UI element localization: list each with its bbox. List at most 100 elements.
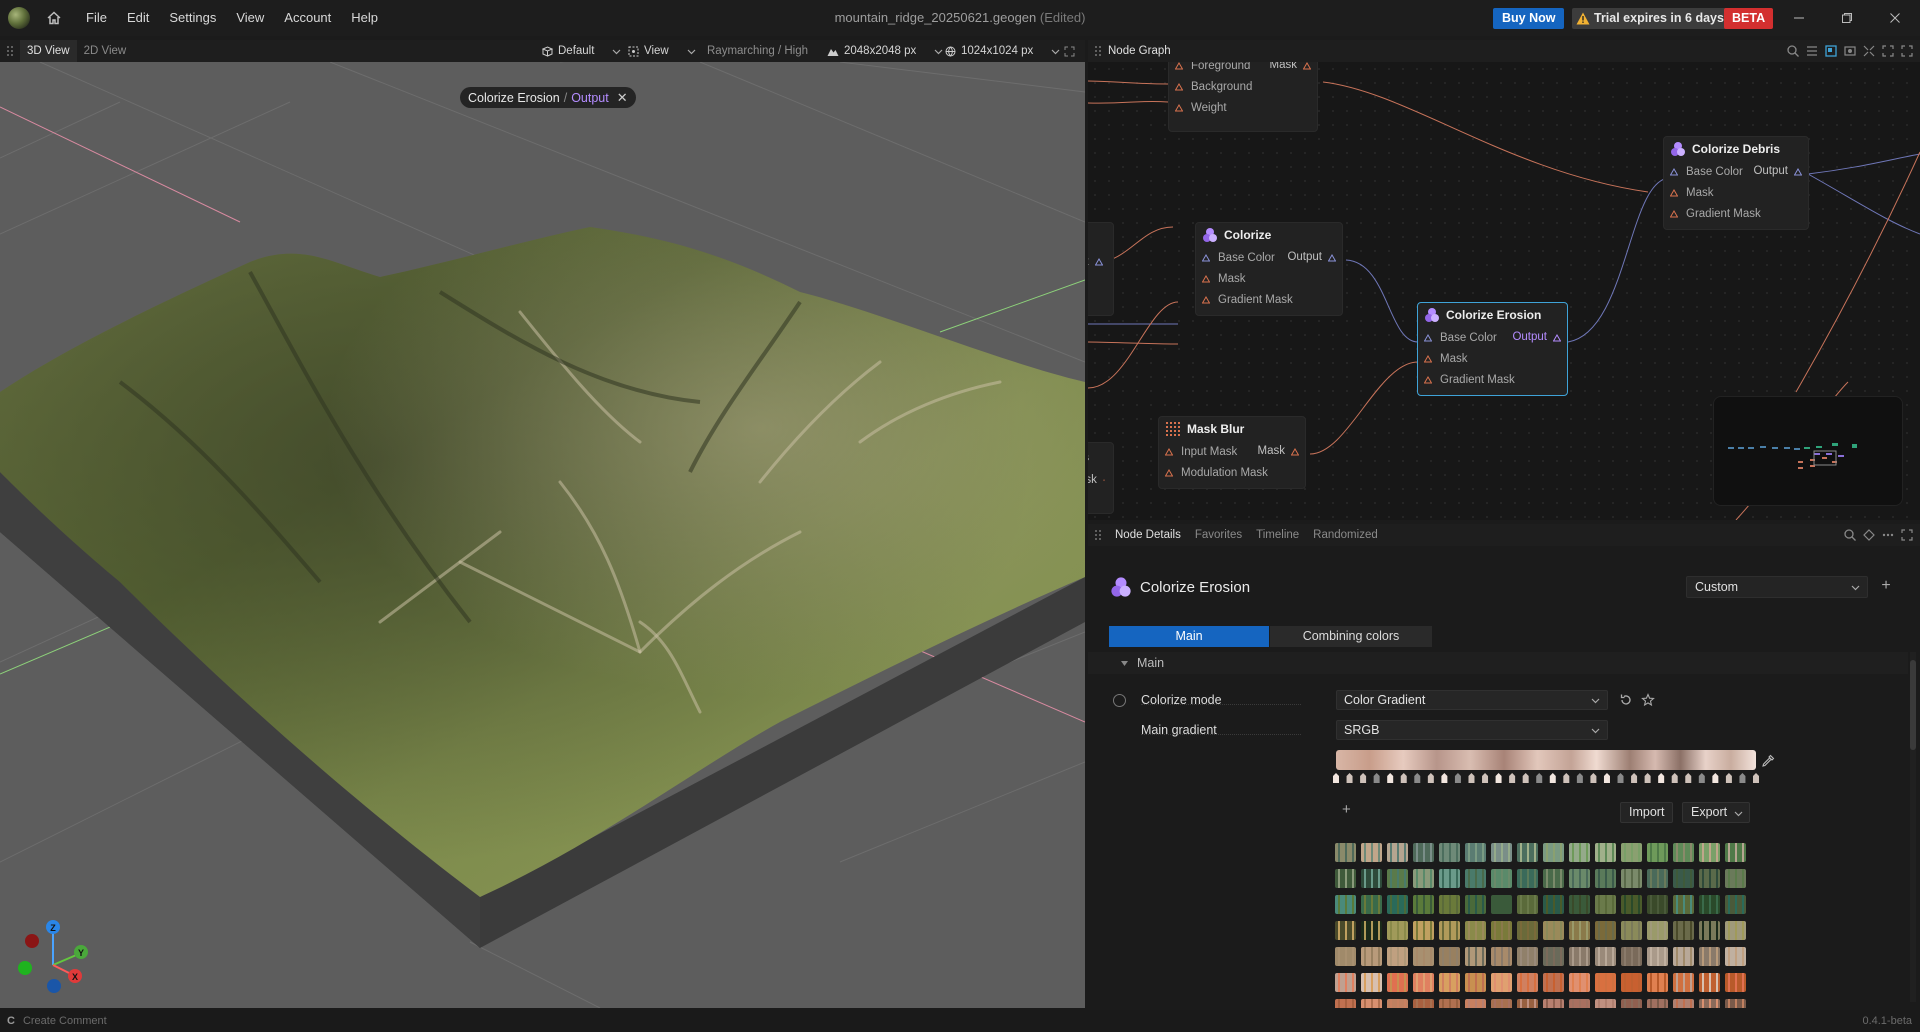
- gradient-stop-handle[interactable]: [1603, 773, 1610, 783]
- gradient-preset-swatch[interactable]: [1673, 921, 1694, 940]
- gradient-stop-handle[interactable]: [1373, 773, 1380, 783]
- port-gradient-mask[interactable]: Gradient Mask: [1418, 369, 1567, 390]
- gradient-preset-swatch[interactable]: [1491, 869, 1512, 888]
- gradient-stop-handle[interactable]: [1536, 773, 1543, 783]
- camera-select[interactable]: Default: [542, 40, 621, 62]
- preset-select[interactable]: Custom: [1686, 576, 1868, 598]
- gradient-preset-swatch[interactable]: [1569, 895, 1590, 914]
- gradient-preset-swatch[interactable]: [1439, 895, 1460, 914]
- gradient-stop-handle[interactable]: [1427, 773, 1434, 783]
- gradient-stop-handle[interactable]: [1400, 773, 1407, 783]
- expand-icon[interactable]: [1900, 44, 1914, 58]
- collapse-icon[interactable]: [1862, 44, 1876, 58]
- layout-icon[interactable]: [1843, 44, 1857, 58]
- gradient-preset-swatch[interactable]: [1699, 999, 1720, 1008]
- maximize-button[interactable]: [1824, 0, 1870, 36]
- gradient-preset-swatch[interactable]: [1335, 999, 1356, 1008]
- menu-account[interactable]: Account: [274, 0, 341, 36]
- port-output[interactable]: Mask: [1270, 62, 1311, 76]
- gradient-preset-swatch[interactable]: [1387, 973, 1408, 992]
- subtab-combining-colors[interactable]: Combining colors: [1270, 626, 1432, 647]
- port-background[interactable]: Background: [1169, 76, 1317, 97]
- close-icon[interactable]: ✕: [617, 90, 628, 106]
- gradient-preset-swatch[interactable]: [1361, 947, 1382, 966]
- home-icon[interactable]: [46, 10, 62, 26]
- node-mask-blur[interactable]: Mask Blur Input Mask Mask Modulation Mas…: [1158, 416, 1306, 489]
- port-gradient-mask[interactable]: Gradient Mask: [1196, 289, 1342, 310]
- gradient-stop-handle[interactable]: [1658, 773, 1665, 783]
- colorize-mode-select[interactable]: Color Gradient: [1336, 690, 1608, 710]
- gradient-preset-swatch[interactable]: [1673, 843, 1694, 862]
- gradient-preset-swatch[interactable]: [1647, 869, 1668, 888]
- gradient-stop-handle[interactable]: [1387, 773, 1394, 783]
- gradient-preset-swatch[interactable]: [1621, 947, 1642, 966]
- gradient-preset-swatch[interactable]: [1387, 895, 1408, 914]
- gradient-preset-swatch[interactable]: [1699, 921, 1720, 940]
- gradient-preset-swatch[interactable]: [1569, 999, 1590, 1008]
- gradient-stop-handle[interactable]: [1576, 773, 1583, 783]
- gradient-preset-swatch[interactable]: [1465, 947, 1486, 966]
- gradient-preset-swatch[interactable]: [1569, 869, 1590, 888]
- export-button[interactable]: Export: [1682, 802, 1751, 823]
- viewport-fullscreen-button[interactable]: [1064, 40, 1075, 62]
- gradient-preset-swatch[interactable]: [1725, 869, 1746, 888]
- gradient-preset-swatch[interactable]: [1569, 947, 1590, 966]
- gradient-preset-swatch[interactable]: [1465, 869, 1486, 888]
- search-icon[interactable]: [1843, 528, 1857, 542]
- gradient-preset-swatch[interactable]: [1361, 973, 1382, 992]
- gradient-preset-swatch[interactable]: [1517, 895, 1538, 914]
- gradient-preset-swatch[interactable]: [1673, 973, 1694, 992]
- gradient-preset-swatch[interactable]: [1387, 921, 1408, 940]
- drag-handle-icon[interactable]: [6, 45, 14, 57]
- tab-2d-view[interactable]: 2D View: [77, 40, 134, 62]
- output-chip[interactable]: Colorize Erosion / Output ✕: [460, 87, 636, 108]
- list-icon[interactable]: [1805, 44, 1819, 58]
- gradient-stop-handle[interactable]: [1725, 773, 1732, 783]
- gradient-preset-swatch[interactable]: [1361, 843, 1382, 862]
- gradient-preset-swatch[interactable]: [1361, 895, 1382, 914]
- gradient-preset-swatch[interactable]: [1725, 895, 1746, 914]
- tab-randomized[interactable]: Randomized: [1306, 524, 1385, 546]
- gradient-preset-swatch[interactable]: [1621, 973, 1642, 992]
- gradient-preset-swatch[interactable]: [1387, 947, 1408, 966]
- gradient-preset-swatch[interactable]: [1621, 843, 1642, 862]
- subtab-main[interactable]: Main: [1109, 626, 1269, 647]
- frame-icon[interactable]: [1824, 44, 1838, 58]
- port-base-color[interactable]: Base Color Output: [1664, 161, 1808, 182]
- main-gradient-select[interactable]: SRGB: [1336, 720, 1608, 740]
- more-icon[interactable]: [1881, 528, 1895, 542]
- gradient-preset-swatch[interactable]: [1647, 843, 1668, 862]
- gradient-preset-swatch[interactable]: [1335, 869, 1356, 888]
- gradient-preset-swatch[interactable]: [1569, 973, 1590, 992]
- gradient-preset-swatch[interactable]: [1517, 999, 1538, 1008]
- port-weight[interactable]: Weight: [1169, 97, 1317, 118]
- gradient-stop-handle[interactable]: [1441, 773, 1448, 783]
- gradient-stop-handle[interactable]: [1644, 773, 1651, 783]
- gradient-preset-swatch[interactable]: [1647, 895, 1668, 914]
- gradient-preset-swatch[interactable]: [1647, 947, 1668, 966]
- gradient-preset-swatch[interactable]: [1647, 999, 1668, 1008]
- minimize-button[interactable]: [1776, 0, 1822, 36]
- tab-3d-view[interactable]: 3D View: [20, 40, 77, 62]
- node-graph-canvas[interactable]: Foreground Mask Background Weight ut Col…: [1088, 62, 1920, 520]
- scrollbar-thumb[interactable]: [1910, 660, 1916, 750]
- gradient-preset-swatch[interactable]: [1465, 999, 1486, 1008]
- gradient-preset-swatch[interactable]: [1465, 843, 1486, 862]
- tab-node-details[interactable]: Node Details: [1108, 524, 1188, 546]
- gradient-preset-swatch[interactable]: [1439, 921, 1460, 940]
- menu-help[interactable]: Help: [341, 0, 388, 36]
- gradient-preset-swatch[interactable]: [1673, 999, 1694, 1008]
- close-window-button[interactable]: [1872, 0, 1918, 36]
- gradient-preset-swatch[interactable]: [1517, 921, 1538, 940]
- texture-resolution-select[interactable]: 1024x1024 px: [945, 40, 1060, 62]
- port-base-color[interactable]: Base Color Output: [1196, 247, 1342, 268]
- gradient-preset-swatch[interactable]: [1491, 843, 1512, 862]
- gradient-preset-swatch[interactable]: [1465, 895, 1486, 914]
- node-colorize[interactable]: Colorize Base Color Output Mask Gradient…: [1195, 222, 1343, 316]
- view-menu[interactable]: View: [628, 40, 696, 62]
- gradient-preset-swatch[interactable]: [1543, 921, 1564, 940]
- gradient-preview[interactable]: [1336, 750, 1756, 770]
- gradient-preset-swatch[interactable]: [1595, 947, 1616, 966]
- render-mode[interactable]: Raymarching / High: [707, 40, 808, 62]
- gradient-stop-handle[interactable]: [1685, 773, 1692, 783]
